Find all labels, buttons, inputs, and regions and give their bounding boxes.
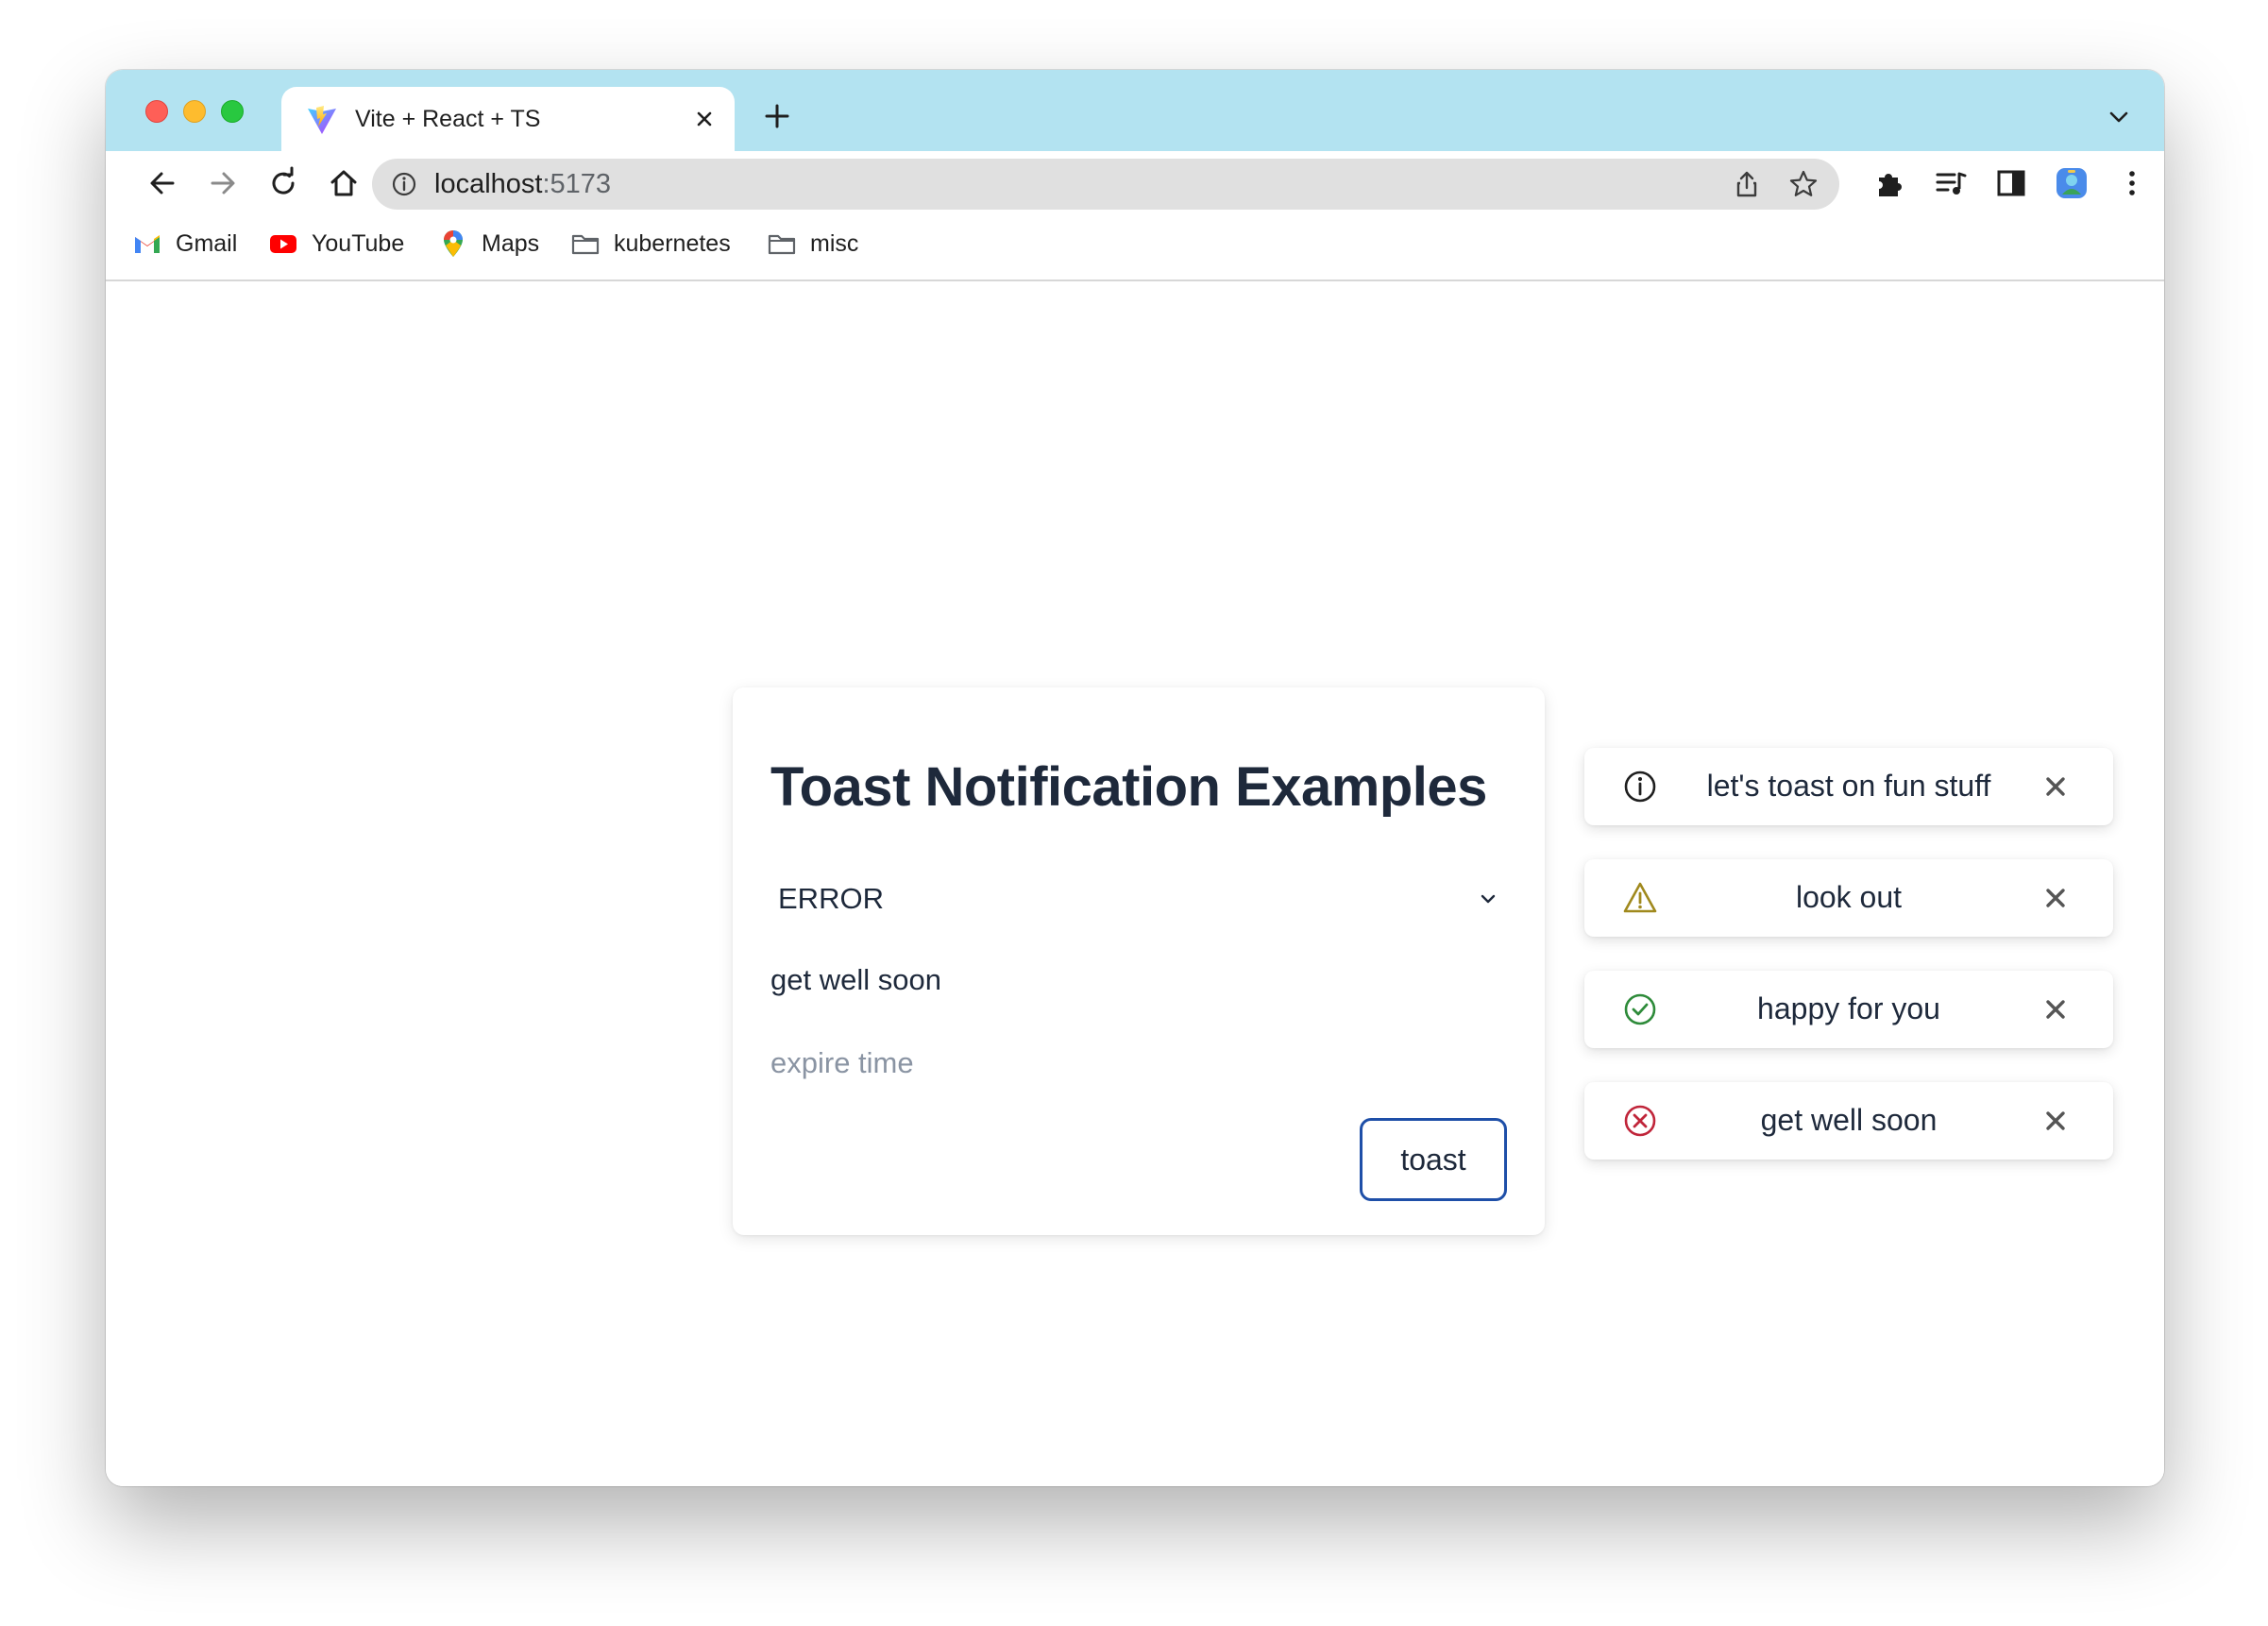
close-tab-icon[interactable] <box>691 106 718 132</box>
toast-error: get well soon <box>1584 1082 2113 1160</box>
bookmark-folder-kubernetes[interactable]: kubernetes <box>570 227 731 261</box>
media-queue-icon[interactable] <box>1934 166 1968 200</box>
more-menu-icon[interactable] <box>2115 166 2149 200</box>
close-icon[interactable] <box>2041 772 2070 801</box>
url-host: localhost <box>434 169 543 199</box>
toast-button[interactable]: toast <box>1360 1118 1507 1201</box>
check-circle-icon <box>1624 993 1656 1025</box>
gmail-icon <box>135 235 160 253</box>
minimize-window-button[interactable] <box>183 100 206 123</box>
bookmark-label: misc <box>810 229 859 257</box>
toast-type-select[interactable]: ERROR <box>770 871 1507 927</box>
address-bar[interactable]: localhost:5173 <box>372 159 1839 210</box>
close-window-button[interactable] <box>145 100 168 123</box>
bookmark-folder-misc[interactable]: misc <box>767 227 858 261</box>
side-panel-icon[interactable] <box>1994 166 2028 200</box>
warning-icon <box>1623 882 1657 913</box>
toast-message: happy for you <box>1757 991 1940 1025</box>
bookmark-label: YouTube <box>312 229 405 257</box>
toast-form-card: Toast Notification Examples ERROR get we… <box>733 687 1545 1235</box>
maps-icon <box>444 230 463 257</box>
browser-toolbar: localhost:5173 <box>106 151 2164 213</box>
bookmark-label: Gmail <box>176 229 238 257</box>
bookmark-label: Maps <box>482 229 540 257</box>
maximize-window-button[interactable] <box>221 100 244 123</box>
vite-logo-icon <box>308 106 336 134</box>
tab-active[interactable]: Vite + React + TS <box>281 87 735 151</box>
url-text: localhost:5173 <box>434 169 611 200</box>
share-icon[interactable] <box>1732 169 1762 199</box>
site-info-icon[interactable] <box>391 171 417 197</box>
close-icon[interactable] <box>2041 995 2070 1024</box>
forward-arrow-icon[interactable] <box>206 166 240 200</box>
extensions-puzzle-icon[interactable] <box>1873 166 1907 200</box>
bookmarks-bar: Gmail YouTube Maps kubernetes misc <box>106 213 2164 281</box>
message-input[interactable]: get well soon <box>770 952 1507 1008</box>
folder-icon <box>571 234 600 255</box>
expire-time-input[interactable]: expire time <box>770 1035 1507 1092</box>
chevron-down-icon[interactable] <box>2106 104 2132 130</box>
bookmark-star-icon[interactable] <box>1788 169 1819 199</box>
profile-avatar-icon[interactable] <box>2055 166 2089 200</box>
bookmark-label: kubernetes <box>614 229 731 257</box>
toast-warning: look out <box>1584 859 2113 937</box>
folder-icon <box>768 234 796 255</box>
browser-window: Vite + React + TS localhost:5173 Gmail Y… <box>106 70 2164 1486</box>
chevron-down-icon <box>1481 894 1496 904</box>
url-port: :5173 <box>542 169 612 199</box>
page-title: Toast Notification Examples <box>770 756 1487 818</box>
tab-strip: Vite + React + TS <box>106 70 2164 151</box>
toast-message: look out <box>1795 880 1903 914</box>
new-tab-icon[interactable] <box>761 100 793 132</box>
back-arrow-icon[interactable] <box>145 166 179 200</box>
bookmark-youtube[interactable]: YouTube <box>268 227 404 261</box>
desktop: Vite + React + TS localhost:5173 Gmail Y… <box>0 0 2268 1626</box>
bookmark-gmail[interactable]: Gmail <box>132 227 237 261</box>
close-icon[interactable] <box>2041 884 2070 912</box>
home-icon[interactable] <box>327 166 361 200</box>
select-value: ERROR <box>778 882 884 915</box>
tab-title: Vite + React + TS <box>355 106 541 132</box>
reload-icon[interactable] <box>266 166 300 200</box>
error-circle-icon <box>1624 1105 1656 1137</box>
toast-message: let's toast on fun stuff <box>1706 769 1991 803</box>
page-content: Toast Notification Examples ERROR get we… <box>106 281 2164 1486</box>
toast-success: happy for you <box>1584 971 2113 1048</box>
info-icon <box>1624 771 1656 803</box>
youtube-icon <box>270 235 296 253</box>
toast-message: get well soon <box>1760 1103 1938 1137</box>
toast-info: let's toast on fun stuff <box>1584 748 2113 825</box>
close-icon[interactable] <box>2041 1107 2070 1135</box>
bookmark-maps[interactable]: Maps <box>438 227 539 261</box>
